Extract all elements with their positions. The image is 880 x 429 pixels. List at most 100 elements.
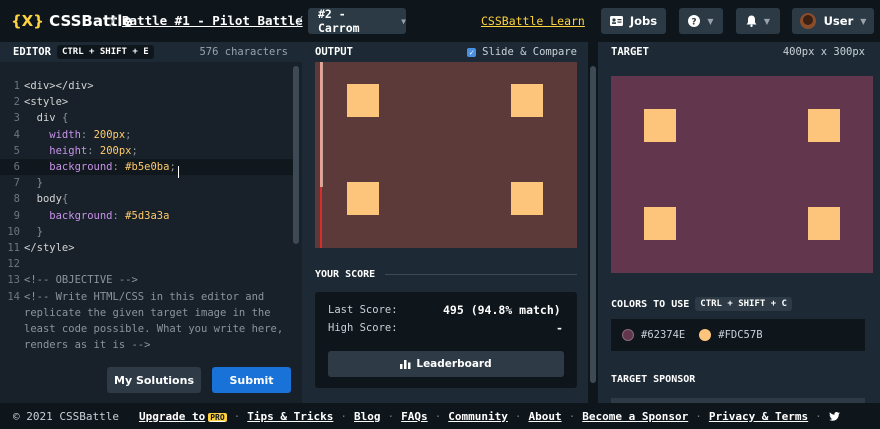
avatar (799, 13, 816, 29)
code-line[interactable]: 7 } (0, 175, 294, 191)
line-number: 2 (13, 96, 20, 109)
leaderboard-label: Leaderboard (416, 358, 492, 370)
output-canvas[interactable] (315, 62, 577, 248)
target-select[interactable]: #2 - Carrom ▼ (308, 7, 406, 35)
high-score-value: - (556, 321, 563, 335)
editor-title: EDITOR (13, 46, 51, 58)
code-line[interactable]: 14 <!-- Write HTML/CSS in this editor and (0, 289, 294, 305)
notifications-button[interactable]: ▼ (736, 8, 780, 34)
leaderboard-button[interactable]: Leaderboard (328, 351, 564, 377)
code-line[interactable]: 1 <div></div> (0, 78, 294, 94)
output-square-bottom-left (347, 182, 379, 215)
footer-dot: · (815, 409, 822, 423)
footer-dot: · (514, 409, 522, 423)
footer: © 2021 CSSBattle Upgrade to PRO · Tips & T… (0, 403, 880, 429)
learn-link[interactable]: CSSBattle Learn (481, 14, 585, 28)
chevron-down-icon: ▼ (401, 16, 406, 26)
code-token: { (61, 193, 69, 206)
code-token: 200px (93, 128, 126, 141)
target-square-top-right (808, 109, 840, 142)
line-number: 13 (7, 274, 20, 287)
code-token: height (24, 144, 88, 157)
code-token: : (80, 128, 94, 141)
code-token: least code possible. What you write here… (24, 323, 284, 335)
code-token: ; (125, 128, 132, 141)
footer-link[interactable]: About (528, 410, 561, 423)
sponsor-title: TARGET SPONSOR (611, 374, 696, 385)
code-line[interactable]: renders as it is --> (0, 337, 294, 353)
high-score-label: High Score: (328, 322, 398, 334)
breadcrumb-separator: / (296, 13, 304, 28)
code-token: <div></div> (24, 80, 94, 92)
upgrade-label: Upgrade to (138, 409, 206, 423)
code-line[interactable]: least code possible. What you write here… (0, 321, 294, 337)
my-solutions-button[interactable]: My Solutions (107, 367, 201, 393)
output-square-top-left (347, 84, 379, 117)
slide-compare-toggle[interactable]: ✓ Slide & Compare (467, 46, 577, 58)
checkbox-checked-icon[interactable]: ✓ (467, 47, 477, 57)
code-line[interactable]: 3 div { (0, 110, 294, 126)
code-token: 200px (99, 144, 132, 157)
compare-edge (320, 62, 323, 187)
bar-chart-icon (400, 359, 411, 369)
code-token: replicate the given target image in the (24, 306, 271, 319)
code-token: { (61, 112, 69, 125)
code-line[interactable]: 2 <style> (0, 94, 294, 110)
line-number: 12 (7, 258, 20, 271)
code-line[interactable]: 6 background: #b5e0ba; (0, 159, 294, 175)
code-token: body (24, 193, 62, 206)
user-menu[interactable]: User ▼ (792, 8, 874, 34)
footer-link[interactable]: Tips & Tricks (247, 410, 333, 423)
chevron-down-icon: ▼ (763, 16, 771, 26)
logo-mark: {X} (11, 12, 44, 30)
footer-dot: · (387, 409, 395, 423)
breadcrumb-battle-link[interactable]: Battle #1 - Pilot Battle (122, 13, 303, 28)
bell-icon (746, 15, 757, 27)
footer-link[interactable]: FAQs (401, 410, 428, 423)
color-hex-1[interactable]: #62374E (641, 329, 685, 341)
footer-link[interactable]: Privacy & Terms (709, 410, 808, 423)
upgrade-link[interactable]: Upgrade to PRO (139, 410, 227, 423)
code-token: </style> (24, 242, 75, 254)
editor-shortcut: CTRL + SHIFT + E (56, 45, 154, 59)
slide-compare-label: Slide & Compare (482, 46, 577, 58)
colors-shortcut: CTRL + SHIFT + C (695, 297, 792, 311)
footer-link[interactable]: Become a Sponsor (582, 410, 688, 423)
code-line[interactable]: 8 body{ (0, 191, 294, 207)
target-title: TARGET (611, 46, 649, 58)
code-line[interactable]: 10 } (0, 224, 294, 240)
code-line[interactable]: replicate the given target image in the (0, 305, 294, 321)
code-token: <!-- Write HTML/CSS in this editor and (24, 290, 265, 303)
footer-dot: · (340, 409, 347, 423)
top-nav: {X} CSSBattle / Battle #1 - Pilot Battle… (0, 0, 880, 42)
color-swatch-1[interactable] (622, 329, 634, 341)
code-line[interactable]: 9 background: #5d3a3a (0, 208, 294, 224)
code-token: div (24, 112, 62, 125)
code-token: : (87, 144, 100, 157)
code-line[interactable]: 12 (0, 256, 294, 272)
code-line[interactable]: 4 width: 200px; (0, 127, 294, 143)
color-hex-2[interactable]: #FDC57B (718, 329, 762, 341)
footer-link[interactable]: Blog (354, 410, 381, 423)
help-button[interactable]: ? ▼ (679, 8, 723, 34)
code-token: } (24, 225, 43, 238)
code-token: background (24, 209, 113, 222)
divider (385, 274, 577, 275)
jobs-button[interactable]: Jobs (601, 8, 666, 34)
colors-title-label: COLORS TO USE (611, 298, 690, 310)
editor-scrollbar[interactable] (293, 66, 299, 244)
logo-text: CSSBattle (49, 12, 133, 30)
output-scrollbar[interactable] (590, 66, 596, 383)
line-number: 9 (13, 209, 20, 222)
twitter-icon[interactable] (828, 411, 840, 421)
submit-button[interactable]: Submit (212, 367, 291, 393)
footer-dot: · (695, 409, 702, 423)
score-title: YOUR SCORE (315, 269, 376, 280)
code-editor[interactable]: 1 <div></div> 2 <style> 3 div {4 width: 200p… (0, 62, 302, 403)
color-swatch-2[interactable] (699, 329, 712, 341)
footer-link[interactable]: Community (448, 410, 508, 423)
code-line[interactable]: 5 height: 200px; (0, 143, 294, 159)
line-number: 7 (13, 177, 20, 190)
code-line[interactable]: 13 <!-- OBJECTIVE --> (0, 272, 294, 288)
code-line[interactable]: 11 </style> (0, 240, 294, 256)
